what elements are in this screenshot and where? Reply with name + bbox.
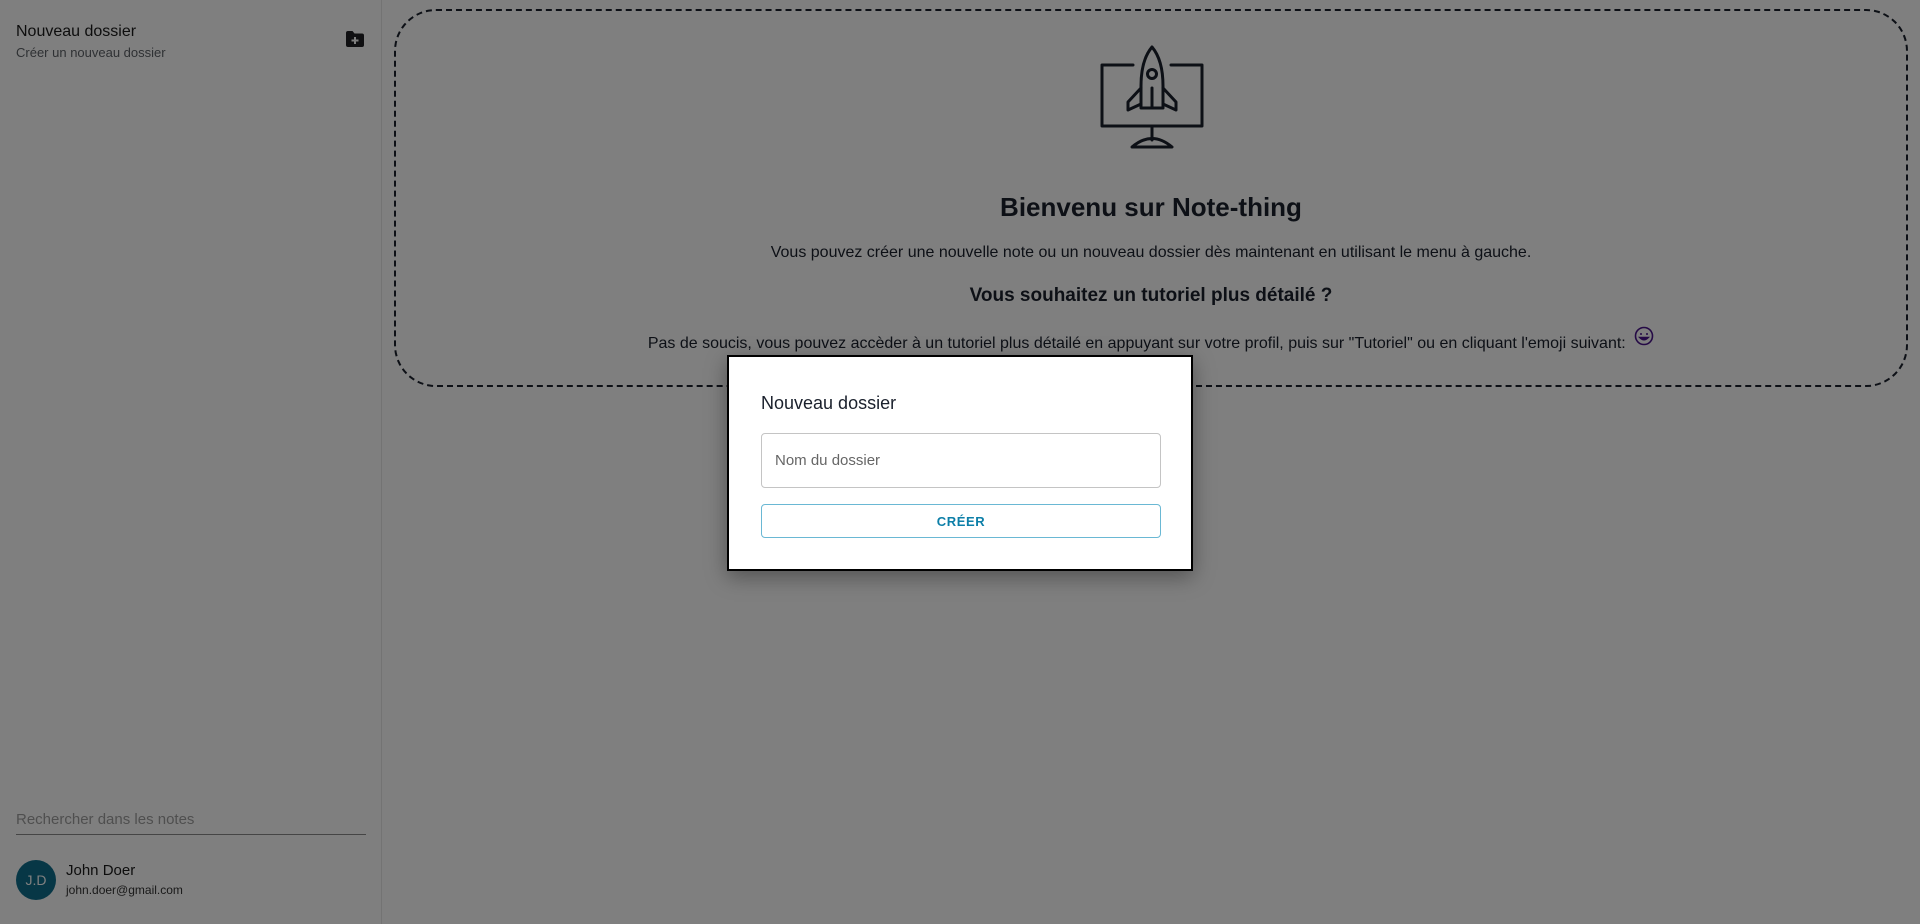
app: Nouveau dossier Créer un nouveau dossier… (0, 0, 1920, 924)
folder-name-field (761, 433, 1161, 488)
create-button[interactable]: CRÉER (761, 504, 1161, 538)
folder-name-input[interactable] (762, 434, 1160, 487)
new-folder-dialog: Nouveau dossier CRÉER (727, 355, 1193, 571)
dialog-title: Nouveau dossier (761, 393, 897, 413)
